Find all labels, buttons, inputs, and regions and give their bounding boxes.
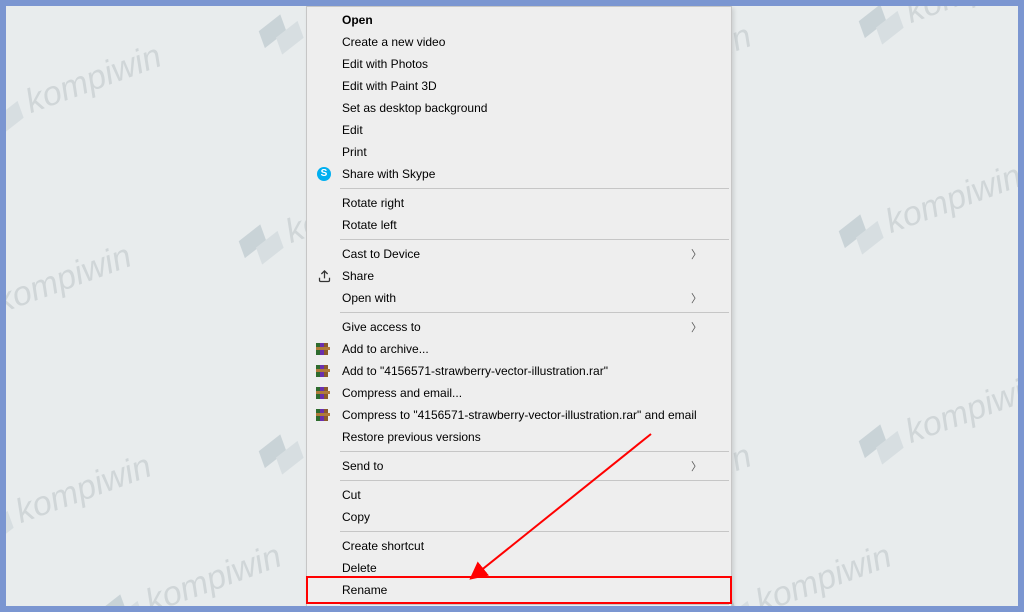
menu-item-add-archive[interactable]: Add to archive... <box>308 338 730 360</box>
menu-item-edit-paint3d[interactable]: Edit with Paint 3D <box>308 75 730 97</box>
menu-item-give-access[interactable]: Give access to 〉 <box>308 316 730 338</box>
menu-item-compress-named-email[interactable]: Compress to "4156571-strawberry-vector-i… <box>308 404 730 426</box>
menu-item-cast[interactable]: Cast to Device 〉 <box>308 243 730 265</box>
skype-icon: S <box>316 166 332 182</box>
menu-item-rotate-left[interactable]: Rotate left <box>308 214 730 236</box>
menu-separator <box>340 188 729 189</box>
menu-label: Rotate left <box>342 218 702 232</box>
menu-label: Set as desktop background <box>342 101 702 115</box>
menu-item-send-to[interactable]: Send to 〉 <box>308 455 730 477</box>
winrar-icon <box>316 407 332 423</box>
menu-item-delete[interactable]: Delete <box>308 557 730 579</box>
menu-label: Edit with Paint 3D <box>342 79 702 93</box>
menu-label: Edit <box>342 123 702 137</box>
menu-item-properties[interactable]: Properties <box>308 608 730 612</box>
menu-separator <box>340 531 729 532</box>
menu-separator <box>340 480 729 481</box>
menu-item-cut[interactable]: Cut <box>308 484 730 506</box>
menu-item-restore-previous[interactable]: Restore previous versions <box>308 426 730 448</box>
menu-separator <box>340 312 729 313</box>
menu-item-share[interactable]: Share <box>308 265 730 287</box>
menu-label: Cut <box>342 488 702 502</box>
menu-label: Send to <box>342 459 691 473</box>
menu-label: Open with <box>342 291 691 305</box>
menu-label: Give access to <box>342 320 691 334</box>
menu-label: Restore previous versions <box>342 430 702 444</box>
menu-item-create-video[interactable]: Create a new video <box>308 31 730 53</box>
menu-item-add-to-named[interactable]: Add to "4156571-strawberry-vector-illust… <box>308 360 730 382</box>
menu-item-edit[interactable]: Edit <box>308 119 730 141</box>
menu-item-create-shortcut[interactable]: Create shortcut <box>308 535 730 557</box>
menu-label: Copy <box>342 510 702 524</box>
menu-label: Share <box>342 269 702 283</box>
menu-label: Create shortcut <box>342 539 702 553</box>
winrar-icon <box>316 363 332 379</box>
menu-item-open[interactable]: Open <box>308 9 730 31</box>
menu-label: Open <box>342 13 702 27</box>
menu-item-compress-email[interactable]: Compress and email... <box>308 382 730 404</box>
menu-item-share-skype[interactable]: S Share with Skype <box>308 163 730 185</box>
context-menu: Open Create a new video Edit with Photos… <box>306 6 732 612</box>
screenshot-frame: kompiwin kompiwin kompiwin kompiwin komp… <box>0 0 1024 612</box>
menu-label: Cast to Device <box>342 247 691 261</box>
menu-separator <box>340 451 729 452</box>
menu-item-print[interactable]: Print <box>308 141 730 163</box>
menu-separator <box>340 239 729 240</box>
winrar-icon <box>316 385 332 401</box>
menu-label: Add to archive... <box>342 342 702 356</box>
chevron-right-icon: 〉 <box>691 290 702 306</box>
menu-label: Add to "4156571-strawberry-vector-illust… <box>342 364 702 378</box>
menu-label: Print <box>342 145 702 159</box>
menu-label: Rotate right <box>342 196 702 210</box>
menu-item-rotate-right[interactable]: Rotate right <box>308 192 730 214</box>
menu-item-copy[interactable]: Copy <box>308 506 730 528</box>
share-icon <box>316 268 332 284</box>
menu-label: Create a new video <box>342 35 702 49</box>
menu-label: Compress to "4156571-strawberry-vector-i… <box>342 408 702 422</box>
menu-label: Share with Skype <box>342 167 702 181</box>
menu-label: Rename <box>342 583 702 597</box>
menu-item-rename[interactable]: Rename <box>308 579 730 601</box>
menu-item-edit-photos[interactable]: Edit with Photos <box>308 53 730 75</box>
menu-label: Edit with Photos <box>342 57 702 71</box>
chevron-right-icon: 〉 <box>691 246 702 262</box>
chevron-right-icon: 〉 <box>691 458 702 474</box>
chevron-right-icon: 〉 <box>691 319 702 335</box>
menu-label: Delete <box>342 561 702 575</box>
menu-label: Compress and email... <box>342 386 702 400</box>
menu-item-set-background[interactable]: Set as desktop background <box>308 97 730 119</box>
menu-separator <box>340 604 729 605</box>
menu-item-open-with[interactable]: Open with 〉 <box>308 287 730 309</box>
winrar-icon <box>316 341 332 357</box>
